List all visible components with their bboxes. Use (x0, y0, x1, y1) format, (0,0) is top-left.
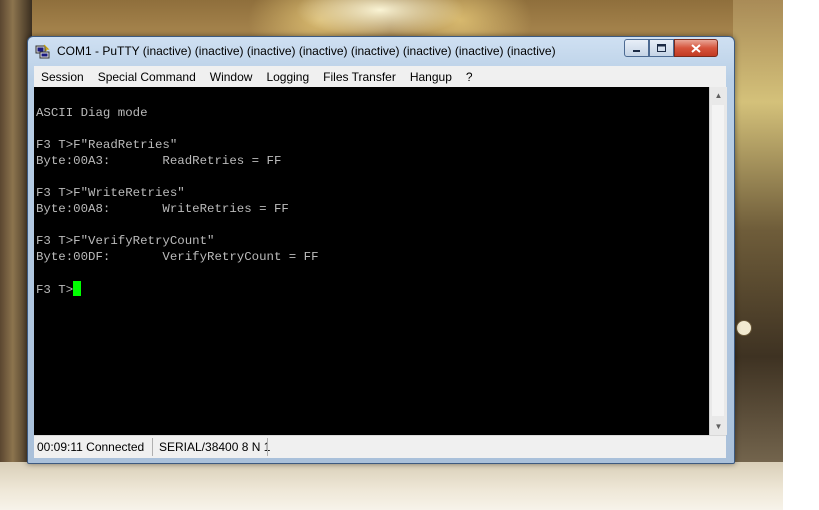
close-button[interactable] (674, 39, 718, 57)
menu-hangup[interactable]: Hangup (403, 70, 459, 84)
title-bar[interactable]: COM1 - PuTTY (inactive) (inactive) (inac… (28, 37, 734, 65)
vertical-scrollbar[interactable]: ▲ ▼ (709, 87, 727, 435)
terminal-prompt: F3 T> (36, 283, 74, 297)
wallpaper-clock (736, 320, 752, 336)
minimize-icon (633, 49, 640, 52)
terminal-line: Byte:00A8: WriteRetries = FF (36, 202, 289, 216)
terminal-line: F3 T>F"WriteRetries" (36, 186, 185, 200)
menu-session[interactable]: Session (34, 70, 91, 84)
scroll-down-button[interactable]: ▼ (710, 418, 727, 435)
wallpaper-right-wall (733, 0, 783, 510)
menu-window[interactable]: Window (203, 70, 260, 84)
caption-buttons (624, 39, 718, 57)
terminal-cursor (73, 281, 82, 296)
scroll-up-button[interactable]: ▲ (710, 87, 727, 104)
putty-computer-icon[interactable] (35, 44, 50, 59)
status-bar: 00:09:11 Connected SERIAL/38400 8 N 1 (34, 435, 726, 458)
minimize-button[interactable] (624, 39, 649, 57)
chevron-down-icon: ▼ (714, 422, 723, 431)
chevron-up-icon: ▲ (714, 91, 723, 100)
terminal-line: F3 T>F"ReadRetries" (36, 138, 178, 152)
status-divider (267, 438, 268, 456)
wallpaper-floor (0, 462, 783, 510)
close-icon (691, 43, 701, 53)
terminal-line: F3 T>F"VerifyRetryCount" (36, 234, 215, 248)
menu-bar: Session Special Command Window Logging F… (34, 66, 726, 88)
menu-logging[interactable]: Logging (259, 70, 316, 84)
menu-files-transfer[interactable]: Files Transfer (316, 70, 403, 84)
terminal-line: Byte:00DF: VerifyRetryCount = FF (36, 250, 319, 264)
window-title: COM1 - PuTTY (inactive) (inactive) (inac… (57, 44, 556, 58)
terminal-prompt-line: F3 T> (36, 281, 82, 298)
putty-window: COM1 - PuTTY (inactive) (inactive) (inac… (27, 36, 735, 464)
menu-special-command[interactable]: Special Command (91, 70, 203, 84)
terminal-area[interactable]: ASCII Diag mode F3 T>F"ReadRetries" Byte… (34, 87, 709, 435)
scrollbar-thumb[interactable] (712, 105, 724, 416)
maximize-button[interactable] (649, 39, 674, 57)
status-serial: SERIAL/38400 8 N 1 (159, 440, 271, 454)
status-connection: 00:09:11 Connected (37, 440, 145, 454)
terminal-line: Byte:00A3: ReadRetries = FF (36, 154, 282, 168)
maximize-icon (657, 44, 666, 52)
status-divider (152, 438, 153, 456)
menu-help[interactable]: ? (459, 70, 480, 84)
terminal-line: ASCII Diag mode (36, 106, 148, 120)
